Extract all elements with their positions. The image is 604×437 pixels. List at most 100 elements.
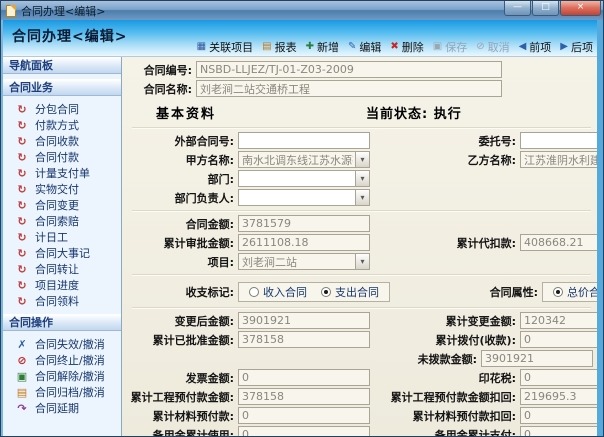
approved-done-input[interactable] <box>238 331 370 348</box>
toolbar-button[interactable]: ✚ 新增 <box>306 39 339 55</box>
chevron-down-icon[interactable]: ▾ <box>355 190 369 205</box>
radio-option[interactable]: 总价合同 <box>553 284 597 300</box>
sidebar-item-label: 计量支付单 <box>35 165 90 181</box>
sidebar-item[interactable]: ↻ 合同领料 <box>3 293 121 309</box>
sidebar-item[interactable]: ↻ 分包合同 <box>3 101 121 117</box>
circular-arrows-icon: ↻ <box>16 296 28 307</box>
stamp-tax-input[interactable] <box>520 369 597 386</box>
material-advance-back-input[interactable] <box>520 407 597 424</box>
unpaid-amount-label: 未拨款金额: <box>331 351 481 367</box>
toolbar-button[interactable]: ⊘ 取消 <box>476 39 509 55</box>
party-a-select[interactable]: ▾ <box>238 151 370 168</box>
material-advance-back-label: 累计材料预付款扣回: <box>370 408 520 424</box>
sidebar-item[interactable]: ↻ 实物交付 <box>3 181 121 197</box>
chevron-down-icon[interactable]: ▾ <box>355 171 369 186</box>
sidebar-item[interactable]: ↻ 合同索赔 <box>3 213 121 229</box>
radio-icon[interactable] <box>321 287 331 297</box>
sidebar-item[interactable]: ↻ 项目进度 <box>3 277 121 293</box>
sidebar-item-label: 合同延期 <box>35 400 79 416</box>
toolbar-button[interactable]: ✖ 删除 <box>390 39 423 55</box>
toolbar-button-label: 报表 <box>275 39 297 55</box>
minimize-button[interactable]: — <box>504 1 531 16</box>
sidebar-item[interactable]: ↻ 合同付款 <box>3 149 121 165</box>
sidebar-item[interactable]: ↻ 付款方式 <box>3 117 121 133</box>
separator <box>132 210 591 212</box>
consign-no-input[interactable] <box>520 132 597 149</box>
dept-head-select[interactable]: ▾ <box>238 189 370 206</box>
sidebar-item[interactable]: ▣ 合同解除/撤消 <box>3 368 121 384</box>
radio-option-label: 总价合同 <box>567 284 597 300</box>
sidebar-item[interactable]: ↻ 合同收款 <box>3 133 121 149</box>
reserve-paid-label: 备用金累计支付: <box>370 427 520 437</box>
toolbar-button-label: 编辑 <box>359 39 381 55</box>
operation-icon: ▤ <box>16 387 28 398</box>
page-title: 合同办理<编辑> <box>12 26 127 46</box>
sidebar-item-label: 合同收款 <box>35 133 79 149</box>
withhold-total-input[interactable] <box>520 234 597 251</box>
sidebar-item-label: 付款方式 <box>35 117 79 133</box>
sidebar-item[interactable]: ↻ 计量支付单 <box>3 165 121 181</box>
maximize-button[interactable]: □ <box>532 1 559 16</box>
party-a-input[interactable] <box>238 151 370 168</box>
sidebar-item-label: 合同转让 <box>35 261 79 277</box>
toolbar-button[interactable]: ▦ 关联项目 <box>197 39 253 55</box>
project-select[interactable]: ▾ <box>238 253 370 270</box>
party-b-input[interactable] <box>520 151 597 168</box>
department-label: 部门: <box>130 171 238 187</box>
contract-amount-input[interactable] <box>238 215 370 232</box>
sidebar-item[interactable]: ⊘ 合同终止/撤消 <box>3 352 121 368</box>
toolbar-button[interactable]: ▶ 后项 <box>560 39 593 55</box>
chevron-down-icon[interactable]: ▾ <box>355 254 369 269</box>
window-title: 合同办理<编辑> <box>21 3 105 19</box>
radio-icon[interactable] <box>553 287 563 297</box>
sidebar-item-label: 合同失效/撤消 <box>35 336 105 352</box>
sidebar-item[interactable]: ↷ 合同延期 <box>3 400 121 416</box>
after-change-input[interactable] <box>238 312 370 329</box>
radio-option[interactable]: 收入合同 <box>249 284 307 300</box>
consign-no-label: 委托号: <box>370 133 520 149</box>
circular-arrows-icon: ↻ <box>16 216 28 227</box>
sidebar-item-label: 计日工 <box>35 229 68 245</box>
dept-head-input[interactable] <box>238 189 370 206</box>
proj-advance-input[interactable] <box>238 388 370 405</box>
inout-flag-group: 收入合同 支出合同 <box>238 282 390 302</box>
contract-name-input[interactable] <box>196 80 502 97</box>
radio-icon[interactable] <box>249 287 259 297</box>
header-band: 合同办理<编辑> ▦ 关联项目 ▤ 报表 ✚ 新增 ✎ 编辑 <box>3 20 597 57</box>
external-contract-no-input[interactable] <box>238 132 370 149</box>
paid-total-input[interactable] <box>520 331 597 348</box>
sidebar-item-label: 分包合同 <box>35 101 79 117</box>
sidebar-item[interactable]: ↻ 合同变更 <box>3 197 121 213</box>
contract-no-input[interactable] <box>196 61 502 78</box>
approved-total-input[interactable] <box>238 234 370 251</box>
unpaid-amount-input[interactable] <box>481 350 593 367</box>
department-select[interactable]: ▾ <box>238 170 370 187</box>
contract-name-label: 合同名称: <box>130 81 196 97</box>
sidebar-item[interactable]: ↻ 合同转让 <box>3 261 121 277</box>
reserve-paid-input[interactable] <box>520 426 597 436</box>
change-total-input[interactable] <box>520 312 597 329</box>
department-input[interactable] <box>238 170 370 187</box>
toolbar-button[interactable]: ◀ 前项 <box>519 39 552 55</box>
material-advance-input[interactable] <box>238 407 370 424</box>
proj-advance-back-input[interactable] <box>520 388 597 405</box>
party-b-select[interactable]: ▾ <box>520 151 597 168</box>
circular-arrows-icon: ↻ <box>16 152 28 163</box>
contract-form: 合同编号: 合同名称: 基本资料 当前状态: 执行 外部合同号: 委托号: <box>122 57 597 436</box>
radio-option[interactable]: 支出合同 <box>321 284 379 300</box>
toolbar-button[interactable]: ✎ 编辑 <box>348 39 381 55</box>
reserve-used-input[interactable] <box>238 426 370 436</box>
toolbar-button-label: 前项 <box>529 39 551 55</box>
sidebar-item[interactable]: ▤ 合同归档/撤消 <box>3 384 121 400</box>
sidebar-item[interactable]: ✗ 合同失效/撤消 <box>3 336 121 352</box>
project-input[interactable] <box>238 253 370 270</box>
sidebar-item[interactable]: ↻ 计日工 <box>3 229 121 245</box>
chevron-down-icon[interactable]: ▾ <box>355 152 369 167</box>
sidebar-item[interactable]: ↻ 合同大事记 <box>3 245 121 261</box>
close-button[interactable]: × <box>560 1 601 16</box>
change-total-label: 累计变更金额: <box>370 313 520 329</box>
toolbar-button[interactable]: ▣ 保存 <box>433 39 467 55</box>
invoice-amount-input[interactable] <box>238 369 370 386</box>
toolbar-button[interactable]: ▤ 报表 <box>262 39 296 55</box>
nav-panel-title: 导航面板 <box>3 57 121 74</box>
